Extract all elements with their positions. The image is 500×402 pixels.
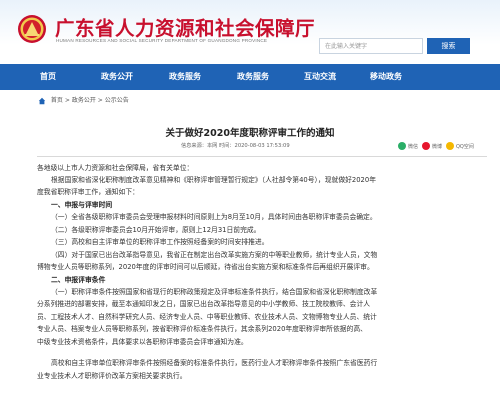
qzone-icon (446, 141, 454, 150)
search-button[interactable]: 搜索 (427, 38, 470, 54)
breadcrumb-government-affairs[interactable]: 政务公开 (72, 97, 96, 104)
paragraph-line: （三）高校和自主评审单位的职称评审工作按照经备案的时间安排推进。 (51, 238, 269, 246)
wechat-icon (398, 141, 406, 150)
paragraph-line: 员、工程技术人才、自然科学研究人员、经济专业人员、中等职业教师、农业技术人员、文… (37, 313, 377, 321)
paragraph-line: （一）职称评审条件按照国家和省现行的职称政策规定及评审标准条件执行，结合国家和省… (51, 288, 378, 296)
breadcrumb-separator: > (64, 97, 70, 104)
share-weibo-label: 微博 (432, 144, 443, 150)
paragraph-line: 高校和自主评审单位职称评审条件按照经备案的标准条件执行，医药行业人才职称评审条件… (51, 359, 378, 367)
paragraph-line: 分系列推进的部署安排，截至本通知印发之日，国家已出台改革指导意见的中小学教师、技… (37, 300, 371, 308)
nav-item-government-services[interactable]: 政务服务 (156, 64, 214, 90)
site-subtitle: HUMAN RESOURCES AND SOCIAL SECURITY DEPA… (56, 38, 268, 43)
paragraph-line: 度我省职称评审工作，通知如下： (37, 188, 139, 196)
main-nav: 首页 政务公开 政务服务 政务服务 互动交流 移动政务 (0, 64, 500, 90)
article-meta: 信息来源：本网 时间：2020-08-03 17:53:09 (181, 143, 290, 149)
paragraph-line: 根据国家和省深化职称制度改革意见精神和《职称评审管理暂行规定》（人社部令第40号… (51, 176, 377, 184)
article-meta-row: 信息来源：本网 时间：2020-08-03 17:53:09 微信 微博 QQ空… (0, 141, 500, 153)
nav-item-mobile[interactable]: 移动政务 (357, 64, 415, 90)
nav-item-government-affairs[interactable]: 政务公开 (88, 64, 146, 90)
share-wechat-label: 微信 (408, 144, 419, 150)
breadcrumb-announcements[interactable]: 公示公告 (105, 97, 129, 104)
weibo-icon (422, 141, 430, 150)
section-heading: 二、申报评审条件 (51, 276, 106, 284)
nav-item-government-services-2[interactable]: 政务服务 (224, 64, 282, 90)
nav-item-interaction[interactable]: 互动交流 (291, 64, 349, 90)
section-heading: 一、申报与评审时间 (51, 201, 113, 209)
nav-item-home[interactable]: 首页 (28, 64, 68, 90)
paragraph-line: 各地级以上市人力资源和社会保障局，省有关单位： (37, 164, 194, 172)
share-group: 微信 微博 QQ空间 (398, 141, 488, 153)
paragraph-line: （二）各级职称评审委员会10月开始评审，原则上12月31日前完成。 (51, 226, 261, 234)
search-input[interactable] (319, 38, 423, 54)
share-qzone-label: QQ空间 (456, 144, 474, 150)
share-qzone[interactable]: QQ空间 (446, 141, 474, 153)
guangdong-emblem-icon[interactable] (17, 14, 47, 44)
share-wechat[interactable]: 微信 (398, 141, 418, 153)
divider (37, 156, 487, 157)
paragraph-line: （一）全省各级职称评审委员会受理申报材料时间原则上为8月至10月，具体时间由各职… (51, 213, 377, 221)
home-icon (38, 97, 46, 105)
article-title: 关于做好2020年度职称评审工作的通知 (165, 128, 335, 139)
paragraph-line: （四）对于国家已出台改革指导意见，我省正在制定出台改革实施方案的中等职业教师，统… (51, 251, 378, 259)
share-weibo[interactable]: 微博 (422, 141, 442, 153)
site-title[interactable]: 广东省人力资源和社会保障厅 (55, 12, 315, 41)
site-header: 广东省人力资源和社会保障厅 HUMAN RESOURCES AND SOCIAL… (0, 0, 500, 64)
paragraph-line: 业专业技术人才职称评价改革方案相关要求执行。 (37, 372, 187, 380)
paragraph-line: 中级专业技术资格条件，具体要求以各职称评审委员会评审通知为准。 (37, 338, 248, 346)
breadcrumb-home[interactable]: 首页 (51, 97, 63, 104)
breadcrumb: 首页 > 政务公开 > 公示公告 (38, 96, 129, 106)
paragraph-line: 博物专业人员等职称系列，2020年度的评审时间可以后顺延，待省出台实施方案和标准… (37, 263, 374, 271)
breadcrumb-separator: > (97, 97, 103, 104)
paragraph-line: 专业人员、档案专业人员等职称系列，按省职称评价标准条件执行，其余系列2020年度… (37, 325, 367, 333)
